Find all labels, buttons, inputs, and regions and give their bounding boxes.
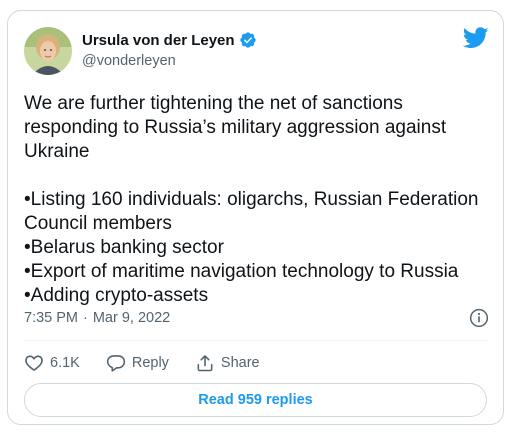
tweet-time[interactable]: 7:35 PM	[24, 310, 78, 326]
share-icon	[197, 355, 213, 372]
heart-icon	[25, 355, 43, 371]
reply-label: Reply	[131, 355, 169, 371]
tweet-bullet: •Export of maritime navigation technolog…	[24, 261, 459, 282]
reply-bubble-icon	[106, 355, 125, 372]
share-button[interactable]: Share	[195, 353, 260, 373]
twitter-bird-icon[interactable]	[462, 27, 489, 49]
reply-button[interactable]: Reply	[106, 353, 169, 373]
tweet-text: We are further tightening the net of san…	[24, 92, 494, 308]
share-label: Share	[220, 355, 260, 371]
tweet-timestamp[interactable]: 7:35 PM · Mar 9, 2022	[24, 310, 170, 326]
info-icon[interactable]	[469, 308, 489, 328]
read-replies-button[interactable]: Read 959 replies	[24, 383, 487, 417]
verified-badge-icon	[239, 31, 257, 49]
tweet-bullet: •Listing 160 individuals: oligarchs, Rus…	[24, 189, 479, 234]
author-name-row[interactable]: Ursula von der Leyen	[82, 31, 257, 49]
tweet-card: Ursula von der Leyen @vonderleyen We are…	[7, 10, 504, 425]
tweet-bullet: •Belarus banking sector	[24, 237, 224, 258]
author-display-name[interactable]: Ursula von der Leyen	[82, 32, 235, 49]
like-count: 6.1K	[50, 355, 80, 371]
divider	[24, 340, 487, 341]
like-button[interactable]: 6.1K	[24, 353, 80, 373]
tweet-intro: We are further tightening the net of san…	[24, 93, 447, 162]
tweet-bullet: •Adding crypto-assets	[24, 285, 209, 306]
author-handle[interactable]: @vonderleyen	[82, 53, 176, 69]
avatar[interactable]	[24, 27, 72, 75]
tweet-date[interactable]: Mar 9, 2022	[93, 310, 170, 326]
timestamp-separator: ·	[83, 310, 88, 326]
action-bar: 6.1K Reply Share	[24, 351, 286, 375]
